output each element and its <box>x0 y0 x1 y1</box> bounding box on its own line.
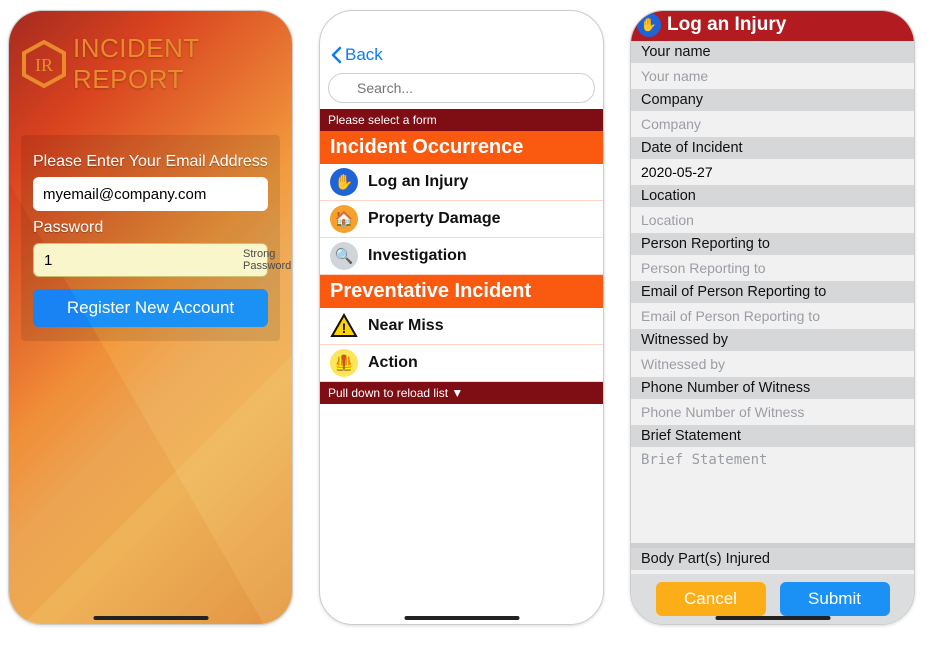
brand-row: IR INCIDENT REPORT <box>9 11 292 105</box>
home-indicator[interactable] <box>404 616 519 620</box>
section-header-preventative-incident: Preventative Incident <box>320 275 603 308</box>
house-damage-icon: 🏠 <box>330 205 358 233</box>
form-list-screen: Back 🔍 Please select a form Incident Occ… <box>320 11 603 624</box>
list-item-property-damage[interactable]: 🏠 Property Damage <box>320 201 603 238</box>
pull-to-reload-banner: Pull down to reload list ▼ <box>320 382 603 404</box>
list-item-log-injury[interactable]: ✋ Log an Injury <box>320 164 603 201</box>
log-injury-screen: ✋ Log an Injury Your name Company Date o… <box>631 11 914 624</box>
phone-login: IR INCIDENT REPORT Please Enter Your Ema… <box>8 10 293 625</box>
person-reporting-to-input[interactable] <box>631 255 914 281</box>
login-screen: IR INCIDENT REPORT Please Enter Your Ema… <box>9 11 292 624</box>
list-item-label: Investigation <box>368 247 467 265</box>
company-input[interactable] <box>631 111 914 137</box>
warning-triangle-icon: ! <box>330 312 358 340</box>
password-input[interactable] <box>44 252 243 269</box>
svg-text:IR: IR <box>35 55 53 75</box>
search-input[interactable] <box>328 73 595 103</box>
register-account-button[interactable]: Register New Account <box>33 289 268 327</box>
field-label-body-parts: Body Part(s) Injured <box>631 548 914 570</box>
home-indicator[interactable] <box>715 616 830 620</box>
field-label-location: Location <box>631 185 914 207</box>
field-label-company: Company <box>631 89 914 111</box>
password-wrap: Strong Password <box>33 243 268 277</box>
brand-title: INCIDENT REPORT <box>73 33 282 95</box>
chevron-left-icon <box>330 46 342 64</box>
password-label: Password <box>33 219 268 237</box>
password-strength-label: Strong Password <box>243 248 291 272</box>
list-item-near-miss[interactable]: ! Near Miss <box>320 308 603 345</box>
home-indicator[interactable] <box>93 616 208 620</box>
back-button[interactable]: Back <box>320 11 603 73</box>
location-input[interactable] <box>631 207 914 233</box>
form-title: Log an Injury <box>667 14 786 36</box>
submit-button[interactable]: Submit <box>780 582 890 616</box>
vest-icon: 🦺 <box>330 349 358 377</box>
cancel-button[interactable]: Cancel <box>656 582 766 616</box>
brand-logo-icon: IR <box>19 39 69 89</box>
search-wrap: 🔍 <box>328 73 595 103</box>
field-label-date: Date of Incident <box>631 137 914 159</box>
email-label: Please Enter Your Email Address <box>33 153 268 171</box>
list-item-label: Near Miss <box>368 317 444 335</box>
field-label-reporting-to: Person Reporting to <box>631 233 914 255</box>
form-header: ✋ Log an Injury <box>631 11 914 41</box>
magnifier-doc-icon: 🔍 <box>330 242 358 270</box>
email-input[interactable] <box>33 177 268 211</box>
phone-form-list: Back 🔍 Please select a form Incident Occ… <box>319 10 604 625</box>
list-item-label: Action <box>368 354 418 372</box>
field-label-phone-witness: Phone Number of Witness <box>631 377 914 399</box>
field-label-email-reporting: Email of Person Reporting to <box>631 281 914 303</box>
email-reporting-to-input[interactable] <box>631 303 914 329</box>
field-label-brief-statement: Brief Statement <box>631 425 914 447</box>
field-label-your-name: Your name <box>631 41 914 63</box>
phone-log-injury: ✋ Log an Injury Your name Company Date o… <box>630 10 915 625</box>
date-of-incident-input[interactable] <box>631 159 914 185</box>
bandage-icon: ✋ <box>330 168 358 196</box>
list-item-label: Property Damage <box>368 210 501 228</box>
list-item-action[interactable]: 🦺 Action <box>320 345 603 382</box>
field-label-witnessed-by: Witnessed by <box>631 329 914 351</box>
form-body[interactable]: Your name Company Date of Incident Locat… <box>631 41 914 574</box>
bandage-icon: ✋ <box>637 13 661 37</box>
brief-statement-input[interactable] <box>631 447 914 543</box>
select-form-banner: Please select a form <box>320 109 603 131</box>
svg-text:!: ! <box>342 320 347 336</box>
section-header-incident-occurrence: Incident Occurrence <box>320 131 603 164</box>
login-card: Please Enter Your Email Address Password… <box>21 135 280 341</box>
phone-witness-input[interactable] <box>631 399 914 425</box>
back-label: Back <box>345 45 383 65</box>
list-item-investigation[interactable]: 🔍 Investigation <box>320 238 603 275</box>
witnessed-by-input[interactable] <box>631 351 914 377</box>
your-name-input[interactable] <box>631 63 914 89</box>
list-item-label: Log an Injury <box>368 173 468 191</box>
